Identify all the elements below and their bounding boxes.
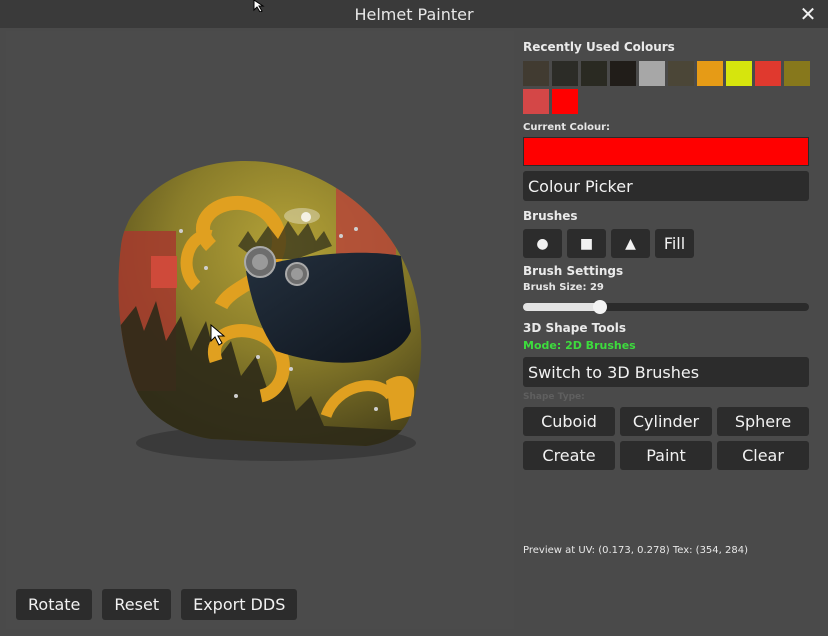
colour-swatch[interactable] [755,61,781,86]
colour-swatch[interactable] [639,61,665,86]
slider-fill [523,303,601,311]
brushes-label: Brushes [523,209,578,223]
clear-button[interactable]: Clear [717,441,809,470]
switch-mode-button[interactable]: Switch to 3D Brushes [523,357,809,387]
colour-swatch[interactable] [523,89,549,114]
mode-status: Mode: 2D Brushes [523,339,636,352]
brush-toolbar: ● ■ ▲ Fill [523,229,809,258]
current-colour-swatch[interactable] [523,137,809,166]
helmet-viewport[interactable] [6,31,514,629]
shape-type-label: Shape Type: [523,392,585,402]
tools-panel: Recently Used Colours Current Colour: Co… [523,40,810,470]
shape-buttons: Cuboid Cylinder Sphere Create Paint Clea… [523,407,809,470]
mouse-cursor-icon [253,0,265,12]
colour-swatch[interactable] [552,89,578,114]
sphere-button[interactable]: Sphere [717,407,809,436]
colour-swatch[interactable] [523,61,549,86]
circle-brush-icon[interactable]: ● [523,229,562,258]
recent-colours-label: Recently Used Colours [523,40,675,54]
brush-size-slider[interactable] [523,299,809,315]
close-icon[interactable]: ✕ [798,2,818,26]
slider-handle[interactable] [593,300,608,314]
colour-swatch[interactable] [726,61,752,86]
brush-size-label: Brush Size: 29 [523,282,604,293]
brush-settings-label: Brush Settings [523,264,624,278]
title-bar: Helmet Painter ✕ [0,0,828,28]
window-title: Helmet Painter [354,4,474,24]
rotate-button[interactable]: Rotate [16,589,93,620]
cuboid-button[interactable]: Cuboid [523,407,615,436]
preview-readout: Preview at UV: (0.173, 0.278) Tex: (354,… [523,545,749,556]
colour-swatch[interactable] [552,61,578,86]
paint-button[interactable]: Paint [620,441,712,470]
mouse-cursor-icon [210,324,226,346]
export-dds-button[interactable]: Export DDS [181,589,298,620]
cylinder-button[interactable]: Cylinder [620,407,712,436]
viewport-controls: Rotate Reset Export DDS [16,589,298,620]
current-colour-label: Current Colour: [523,122,611,133]
colour-swatch[interactable] [610,61,636,86]
fill-brush-button[interactable]: Fill [655,229,694,258]
helmet-model[interactable] [6,31,514,629]
triangle-brush-icon[interactable]: ▲ [611,229,650,258]
reset-button[interactable]: Reset [102,589,172,620]
create-button[interactable]: Create [523,441,615,470]
colour-swatch[interactable] [697,61,723,86]
colour-picker-button[interactable]: Colour Picker [523,171,809,201]
recent-colours-swatches [523,61,813,114]
colour-swatch[interactable] [784,61,810,86]
colour-swatch[interactable] [581,61,607,86]
shape-tools-label: 3D Shape Tools [523,321,627,335]
square-brush-icon[interactable]: ■ [567,229,606,258]
colour-swatch[interactable] [668,61,694,86]
